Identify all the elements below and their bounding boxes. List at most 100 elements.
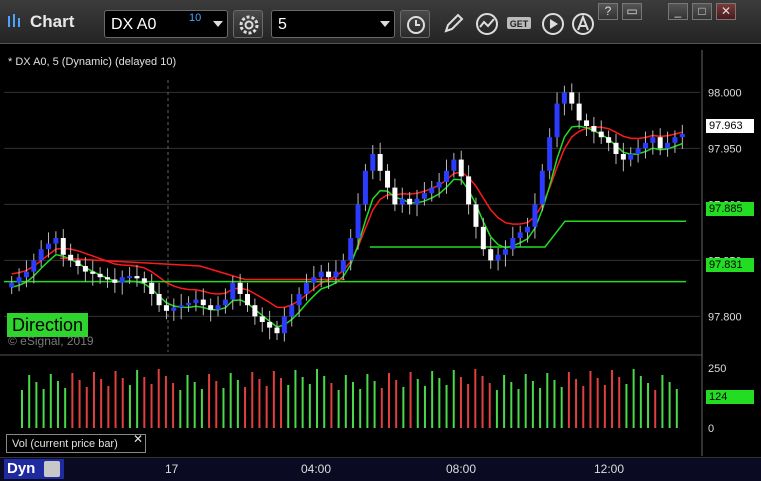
- candle-body: [259, 316, 265, 322]
- get-data-icon[interactable]: GET: [506, 11, 532, 37]
- candle-body: [510, 238, 516, 250]
- candle-body: [517, 232, 523, 238]
- candle-body: [134, 276, 140, 279]
- candle-body: [326, 271, 332, 278]
- candle-body: [665, 142, 671, 149]
- interval-select[interactable]: 5: [271, 10, 395, 38]
- close-icon[interactable]: ✕: [133, 432, 143, 446]
- candle-body: [267, 322, 273, 328]
- candle-body: [458, 159, 464, 177]
- study-label: * DX A0, 5 (Dynamic) (delayed 10): [8, 56, 177, 68]
- candle-body: [620, 154, 626, 160]
- candle-body: [333, 271, 339, 278]
- candle-body: [672, 137, 678, 143]
- candle-body: [480, 226, 486, 250]
- dyn-label: Dyn: [7, 460, 36, 477]
- copyright-text: © eSignal, 2019: [8, 334, 94, 348]
- candle-body: [149, 282, 155, 294]
- maximize-button[interactable]: □: [692, 3, 712, 20]
- candle-body: [613, 142, 619, 154]
- candle-body: [31, 260, 37, 272]
- candle-body: [466, 176, 472, 205]
- candle-body: [274, 327, 280, 334]
- candle-body: [75, 260, 81, 266]
- candle-body: [554, 103, 560, 138]
- symbol-input[interactable]: DX A0 10: [104, 10, 228, 38]
- candle-body: [650, 137, 656, 143]
- candle-body: [156, 294, 162, 306]
- candle-body: [119, 277, 125, 283]
- candle-body: [68, 254, 74, 261]
- candle-body: [82, 266, 88, 272]
- candle-body: [104, 277, 110, 280]
- price-tick-label: 97.800: [708, 311, 742, 323]
- gear-icon: [239, 15, 259, 35]
- settings-button[interactable]: [233, 10, 263, 38]
- candle-body: [53, 238, 59, 244]
- price-chart[interactable]: 98.00097.95097.90097.85097.8002500: [0, 0, 761, 481]
- candle-body: [97, 273, 103, 278]
- candle-body: [163, 305, 169, 311]
- candle-body: [245, 294, 251, 306]
- close-button[interactable]: ✕: [716, 3, 736, 20]
- candle-body: [679, 133, 685, 138]
- time-tick-3: 12:00: [594, 462, 625, 476]
- candle-body: [38, 249, 44, 261]
- candle-body: [348, 238, 354, 261]
- candle-body: [628, 154, 634, 160]
- studies-icon[interactable]: [474, 11, 500, 37]
- pencil-icon[interactable]: [440, 11, 466, 37]
- candle-body: [296, 294, 302, 306]
- window-title: Chart: [30, 12, 75, 31]
- candle-body: [532, 204, 538, 227]
- candle-body: [289, 305, 295, 317]
- candle-body: [46, 243, 52, 250]
- candle-body: [222, 299, 228, 306]
- chevron-down-icon[interactable]: [380, 21, 390, 27]
- time-template-button[interactable]: [400, 10, 430, 38]
- candle-body: [370, 154, 376, 171]
- volume-tick-high: 250: [708, 363, 726, 375]
- candle-body: [90, 271, 96, 274]
- help-button[interactable]: ?: [598, 3, 618, 20]
- candle-body: [208, 305, 214, 310]
- candle-body: [60, 238, 66, 255]
- candle-body: [495, 254, 501, 261]
- volume-study-label[interactable]: Vol (current price bar): [6, 434, 146, 453]
- lower-level-tag: 97.831: [706, 258, 754, 272]
- svg-text:GET: GET: [510, 19, 529, 29]
- alert-icon[interactable]: [570, 11, 596, 37]
- candle-body: [399, 198, 405, 205]
- candle-body: [576, 103, 582, 121]
- candle-body: [281, 316, 287, 334]
- chevron-down-icon[interactable]: [213, 21, 223, 27]
- candle-body: [584, 120, 590, 126]
- candle-body: [112, 279, 118, 283]
- candle-body: [215, 305, 221, 310]
- lock-icon[interactable]: [44, 461, 60, 477]
- candle-body: [362, 170, 368, 205]
- candle-body: [407, 198, 413, 205]
- play-icon[interactable]: [540, 11, 566, 37]
- time-axis-bar: [0, 457, 761, 481]
- candle-body: [127, 276, 133, 279]
- minimize-button[interactable]: _: [668, 3, 688, 20]
- candle-body: [392, 187, 398, 205]
- candle-body: [451, 159, 457, 171]
- candle-body: [569, 92, 575, 104]
- candle-body: [414, 198, 420, 205]
- candle-body: [186, 302, 192, 306]
- price-tick-label: 98.000: [708, 87, 742, 99]
- candle-body: [23, 271, 29, 278]
- candle-body: [340, 260, 346, 272]
- candle-body: [547, 137, 553, 171]
- candle-body: [525, 226, 531, 233]
- candle-body: [311, 277, 317, 283]
- candle-body: [635, 148, 641, 154]
- time-tick-0: 17: [165, 462, 179, 476]
- red-step-line: [59, 257, 345, 281]
- candle-body: [318, 271, 324, 278]
- candle-body: [16, 277, 22, 283]
- restore-button[interactable]: ▭: [622, 3, 642, 20]
- candle-body: [473, 204, 479, 227]
